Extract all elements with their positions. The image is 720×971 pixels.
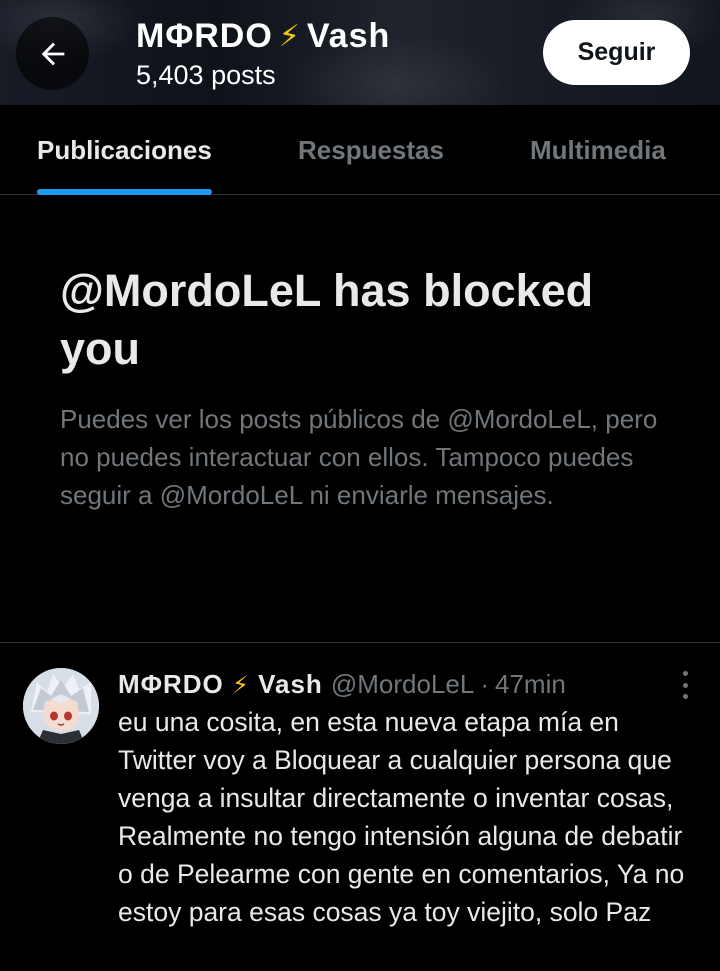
tweet-text: eu una cosita, en esta nueva etapa mía e…	[118, 707, 685, 927]
blocked-title: @MordoLeL has blocked you	[60, 265, 594, 374]
arrow-left-icon	[41, 42, 64, 65]
tweet[interactable]: MΦRDO ⚡ Vash @MordoLeL · 47min eu una co…	[0, 643, 720, 971]
active-tab-indicator	[37, 189, 212, 195]
tweet-handle[interactable]: @MordoLeL	[331, 669, 474, 700]
tweet-author-name-suffix: Vash	[258, 668, 323, 699]
blocked-notice: @MordoLeL has blocked you Puedes ver los…	[60, 262, 680, 514]
tab-label: Respuestas	[298, 134, 444, 165]
profile-header-banner: MΦRDO ⚡ Vash 5,403 posts Seguir	[0, 0, 720, 105]
tweet-author-name[interactable]: MΦRDO ⚡ Vash	[118, 669, 323, 700]
tweet-time[interactable]: 47min	[495, 669, 566, 700]
tab-publicaciones[interactable]: Publicaciones	[37, 105, 212, 195]
blocked-message: Puedes ver los posts públicos de @MordoL…	[60, 404, 658, 510]
lightning-icon: ⚡	[278, 19, 301, 53]
avatar-image	[23, 668, 99, 744]
header-display-name: MΦRDO ⚡ Vash	[136, 14, 390, 58]
lightning-icon: ⚡	[232, 671, 250, 699]
tweet-author-name-text: MΦRDO	[118, 668, 224, 699]
back-button[interactable]	[16, 17, 89, 90]
more-options-icon[interactable]	[680, 671, 690, 699]
header-name-text: MΦRDO	[136, 16, 273, 55]
tab-multimedia[interactable]: Multimedia	[530, 105, 666, 195]
tab-respuestas[interactable]: Respuestas	[298, 105, 444, 195]
post-count: 5,403 posts	[136, 60, 276, 90]
follow-button[interactable]: Seguir	[543, 20, 690, 85]
header-title-block: MΦRDO ⚡ Vash 5,403 posts	[136, 14, 390, 91]
tweet-header: MΦRDO ⚡ Vash @MordoLeL · 47min	[118, 667, 566, 701]
tab-label: Publicaciones	[37, 134, 212, 165]
header-name-suffix: Vash	[306, 16, 391, 55]
tweet-separator: ·	[480, 668, 489, 699]
profile-tabs: Publicaciones Respuestas Multimedia	[0, 105, 720, 195]
avatar[interactable]	[23, 668, 99, 744]
tab-label: Multimedia	[530, 134, 666, 165]
